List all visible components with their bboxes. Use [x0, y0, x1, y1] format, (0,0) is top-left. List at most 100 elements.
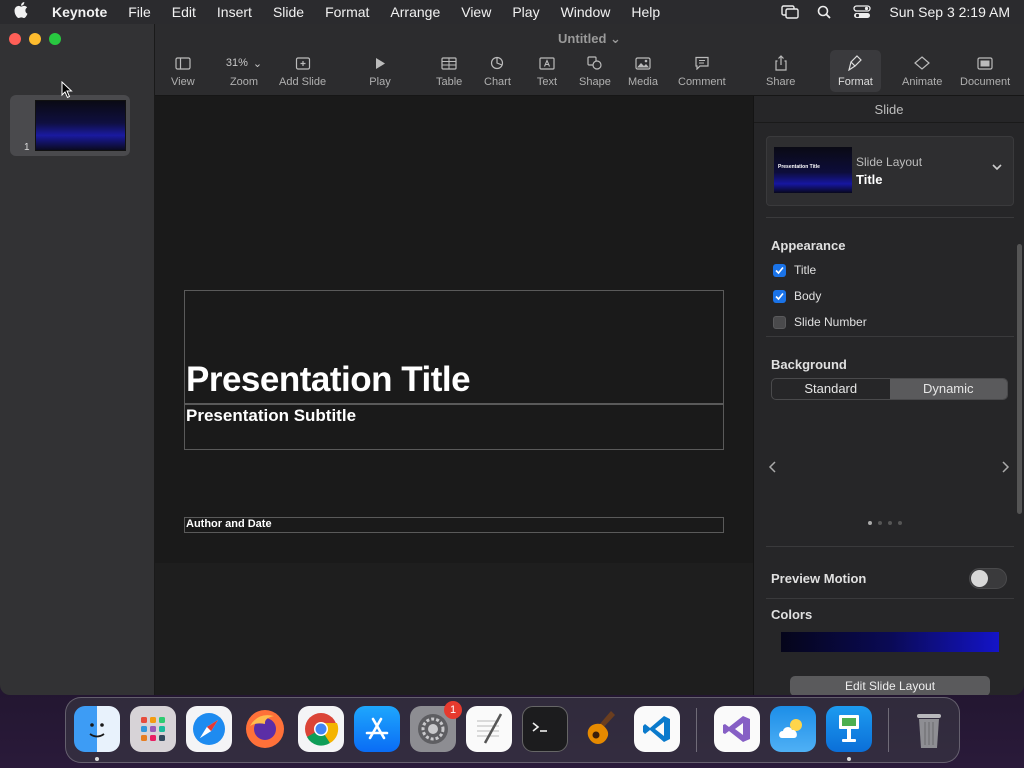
zoom-control[interactable]: 31% ⌄ Zoom [221, 54, 267, 88]
slide-layout-selector[interactable]: Presentation Title Slide Layout Title [766, 136, 1014, 206]
menu-window[interactable]: Window [561, 4, 611, 20]
slide-number-checkbox[interactable] [773, 315, 786, 329]
dock-separator [696, 708, 697, 752]
page-dot[interactable] [868, 521, 872, 525]
dock-keynote-icon[interactable] [826, 706, 872, 752]
body-checkbox-label: Body [794, 289, 822, 303]
page-indicator[interactable] [868, 521, 902, 525]
dock-chrome-icon[interactable] [298, 706, 344, 752]
document-button[interactable]: Document [960, 54, 1010, 88]
dock-vscode-icon[interactable] [634, 706, 680, 752]
slide-subtitle-text[interactable]: Presentation Subtitle [186, 406, 356, 426]
menu-play[interactable]: Play [512, 4, 539, 20]
spotlight-search-icon[interactable] [817, 5, 835, 19]
minimize-window-button[interactable] [29, 33, 41, 45]
control-center-icon[interactable] [853, 5, 872, 19]
apple-menu-icon[interactable] [14, 2, 34, 22]
dock-trash-icon[interactable] [906, 706, 952, 752]
dock-safari-icon[interactable] [186, 706, 232, 752]
inspector-scrollbar[interactable] [1017, 244, 1022, 514]
menubar-clock[interactable]: Sun Sep 3 2:19 AM [889, 4, 1010, 20]
format-button[interactable]: Format [830, 50, 881, 92]
chevron-right-icon[interactable] [1000, 460, 1010, 474]
dock-firefox-icon[interactable] [242, 706, 288, 752]
screen-mirroring-icon[interactable] [781, 5, 800, 19]
menu-edit[interactable]: Edit [172, 4, 196, 20]
view-label: View [171, 76, 195, 88]
title-chevron-down-icon: ⌄ [610, 31, 621, 46]
fullscreen-window-button[interactable] [49, 33, 61, 45]
play-button[interactable]: Play [369, 54, 391, 88]
background-standard-option[interactable]: Standard [772, 379, 890, 399]
share-label: Share [766, 76, 796, 88]
zoom-dropdown[interactable]: 31% ⌄ [221, 54, 267, 72]
animate-button[interactable]: Animate [902, 54, 942, 88]
dock-visual-studio-icon[interactable] [714, 706, 760, 752]
page-dot[interactable] [878, 521, 882, 525]
shape-button[interactable]: Shape [579, 54, 611, 88]
menu-insert[interactable]: Insert [217, 4, 252, 20]
page-dot[interactable] [898, 521, 902, 525]
comment-icon [691, 54, 713, 72]
dock-launchpad-icon[interactable] [130, 706, 176, 752]
title-checkbox[interactable] [773, 263, 786, 277]
media-button[interactable]: Media [628, 54, 658, 88]
slide-thumbnail-selected[interactable]: 1 [10, 95, 130, 156]
table-label: Table [436, 76, 463, 88]
dock-textedit-icon[interactable] [466, 706, 512, 752]
text-button[interactable]: Text [536, 54, 558, 88]
menu-arrange[interactable]: Arrange [390, 4, 440, 20]
appearance-title-option[interactable]: Title [773, 263, 816, 277]
chevron-down-icon[interactable] [991, 161, 1003, 173]
chevron-left-icon[interactable] [768, 460, 778, 474]
add-slide-button[interactable]: Add Slide [279, 54, 326, 88]
menu-format[interactable]: Format [325, 4, 369, 20]
dock-separator [888, 708, 889, 752]
background-segmented-control[interactable]: Standard Dynamic [771, 378, 1008, 400]
dock-app-store-icon[interactable] [354, 706, 400, 752]
slide[interactable]: Presentation Title Presentation Subtitle… [155, 96, 753, 563]
notification-badge: 1 [444, 701, 462, 719]
dock-terminal-icon[interactable] [522, 706, 568, 752]
appearance-body-option[interactable]: Body [773, 289, 821, 303]
slide-title-text[interactable]: Presentation Title [186, 360, 471, 400]
media-photo-icon [632, 54, 654, 72]
document-title[interactable]: Untitled ⌄ [155, 31, 1024, 47]
toggle-knob [971, 570, 988, 587]
view-button[interactable]: View [171, 54, 195, 88]
menu-help[interactable]: Help [631, 4, 660, 20]
document-label: Document [960, 76, 1011, 88]
dock-garageband-icon[interactable] [578, 706, 624, 752]
table-icon [438, 54, 460, 72]
background-dynamic-option[interactable]: Dynamic [889, 379, 1007, 399]
preview-motion-toggle[interactable] [969, 568, 1007, 589]
keynote-window: 1 Untitled ⌄ View 31% ⌄ Zoom Add Slide P… [0, 24, 1024, 695]
menu-file[interactable]: File [128, 4, 151, 20]
edit-slide-layout-button[interactable]: Edit Slide Layout [790, 676, 990, 695]
menu-view[interactable]: View [461, 4, 491, 20]
background-heading: Background [771, 357, 847, 372]
dock-finder-icon[interactable] [74, 706, 120, 752]
comment-button[interactable]: Comment [678, 54, 726, 88]
page-dot[interactable] [888, 521, 892, 525]
add-slide-label: Add Slide [279, 76, 327, 88]
color-gradient-bar[interactable] [781, 632, 999, 652]
media-label: Media [628, 76, 658, 88]
menu-app-name[interactable]: Keynote [52, 4, 107, 20]
slide-canvas[interactable]: Presentation Title Presentation Subtitle… [155, 96, 753, 695]
table-button[interactable]: Table [436, 54, 462, 88]
zoom-label: Zoom [229, 76, 259, 88]
body-checkbox[interactable] [773, 289, 786, 303]
appearance-slide-number-option[interactable]: Slide Number [773, 315, 867, 329]
slide-author-text[interactable]: Author and Date [186, 518, 272, 530]
chart-button[interactable]: Chart [484, 54, 511, 88]
sidebar-view-icon [172, 54, 194, 72]
dock-system-settings-icon[interactable]: 1 [410, 701, 462, 752]
menu-slide[interactable]: Slide [273, 4, 304, 20]
text-label: Text [536, 76, 558, 88]
slide-thumbnail-image[interactable] [35, 100, 126, 151]
close-window-button[interactable] [9, 33, 21, 45]
slide-layout-value: Title [856, 172, 883, 187]
share-button[interactable]: Share [766, 54, 795, 88]
dock-weather-icon[interactable] [770, 706, 816, 752]
